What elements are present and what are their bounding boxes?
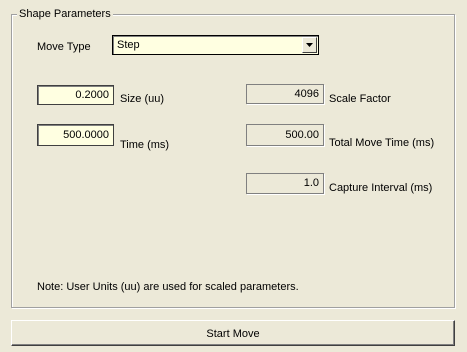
scale-factor-field: 4096 <box>246 84 324 104</box>
size-label: Size (uu) <box>120 93 165 105</box>
time-input[interactable]: 500.0000 <box>37 124 114 146</box>
total-move-time-label: Total Move Time (ms) <box>329 137 435 149</box>
move-type-value: Step <box>117 39 140 51</box>
user-units-note: Note: User Units (uu) are used for scale… <box>37 281 299 293</box>
start-move-button[interactable]: Start Move <box>11 320 455 346</box>
total-move-time-field: 500.00 <box>246 124 324 146</box>
shape-parameters-groupbox <box>11 14 455 308</box>
capture-interval-field: 1.0 <box>246 173 324 194</box>
size-input[interactable]: 0.2000 <box>37 85 114 105</box>
move-type-dropdown[interactable]: Step <box>112 35 319 55</box>
group-title: Shape Parameters <box>17 7 113 21</box>
scale-factor-label: Scale Factor <box>329 93 391 105</box>
move-type-label: Move Type <box>37 41 91 53</box>
time-label: Time (ms) <box>120 139 170 151</box>
capture-interval-label: Capture Interval (ms) <box>329 182 433 194</box>
chevron-down-icon[interactable] <box>302 37 317 53</box>
